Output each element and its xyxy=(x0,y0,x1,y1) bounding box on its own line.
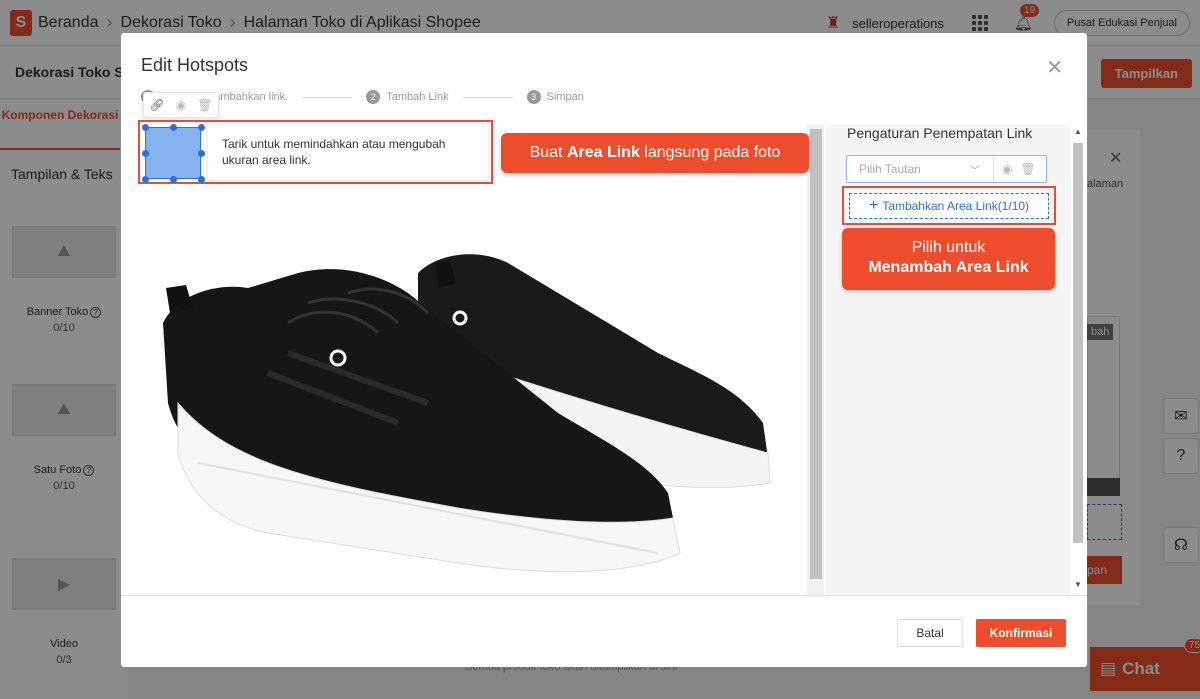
hotspot-tooltip: Tarik untuk memindahkan atau mengubah uk… xyxy=(208,124,488,180)
cancel-button[interactable]: Batal xyxy=(897,619,963,647)
callout-bold: Area Link xyxy=(566,144,640,161)
plus-icon: + xyxy=(868,197,879,214)
step-connector xyxy=(462,96,513,98)
chevron-down-icon[interactable]: ﹀ xyxy=(957,162,993,177)
step-label: Tambah Link xyxy=(386,91,449,103)
hotspot-area[interactable] xyxy=(142,124,205,183)
edit-hotspots-modal: Edit Hotspots ✕ 1 ng ingin ditambahkan l… xyxy=(121,33,1087,667)
sneaker-image xyxy=(163,254,771,573)
confirm-button[interactable]: Konfirmasi xyxy=(976,619,1066,647)
callout-create-area: Buat Area Link langsung pada foto xyxy=(501,133,809,173)
product-image[interactable] xyxy=(138,123,806,598)
trash-icon[interactable]: 🗑︎ xyxy=(1020,162,1035,176)
close-icon[interactable]: ✕ xyxy=(1046,55,1063,80)
resize-handle[interactable] xyxy=(170,124,177,131)
trash-icon[interactable]: 🗑︎ xyxy=(197,98,212,112)
resize-handle[interactable] xyxy=(170,176,177,183)
settings-scrollbar[interactable]: ▲ ▼ xyxy=(1071,125,1085,595)
add-link-area-label: Tambahkan Area Link(1/10) xyxy=(882,199,1030,213)
step-connector xyxy=(302,96,353,98)
scrollbar-thumb[interactable] xyxy=(810,129,822,579)
resize-handle[interactable] xyxy=(142,176,149,183)
hotspot-highlight: Tarik untuk memindahkan atau mengubah uk… xyxy=(138,120,493,184)
scroll-up-icon[interactable]: ▲ xyxy=(1074,127,1082,136)
scrollbar-thumb[interactable] xyxy=(1073,143,1083,543)
callout-bold: Menambah Area Link xyxy=(868,259,1029,276)
add-link-area-button[interactable]: + Tambahkan Area Link(1/10) xyxy=(849,193,1049,219)
callout-add-area: Pilih untuk Menambah Area Link xyxy=(842,228,1055,290)
add-area-highlight: + Tambahkan Area Link(1/10) xyxy=(842,186,1056,225)
resize-handle[interactable] xyxy=(198,150,205,157)
hotspot-toolbar: 🔗︎ ◉ 🗑︎ xyxy=(143,92,219,118)
eye-icon[interactable]: ◉ xyxy=(1002,162,1012,176)
link-select[interactable]: Pilih Tautan ﹀ ◉ 🗑︎ xyxy=(846,155,1047,183)
callout-text: Pilih untuk xyxy=(911,239,986,256)
image-scrollbar[interactable] xyxy=(807,125,824,597)
scroll-down-icon[interactable]: ▼ xyxy=(1074,580,1082,589)
link-select-placeholder: Pilih Tautan xyxy=(859,162,921,176)
eye-icon[interactable]: ◉ xyxy=(176,98,186,112)
footer-divider xyxy=(121,595,1087,596)
step-label: Simpan xyxy=(546,91,584,103)
callout-text: langsung pada foto xyxy=(639,144,781,161)
step-number: 3 xyxy=(526,90,541,104)
resize-handle[interactable] xyxy=(198,124,205,131)
modal-title: Edit Hotspots xyxy=(141,55,249,75)
link-icon[interactable]: 🔗︎ xyxy=(150,98,165,112)
resize-handle[interactable] xyxy=(142,124,149,131)
link-settings-panel: Pengaturan Penempatan Link Pilih Tautan … xyxy=(825,125,1085,595)
resize-handle[interactable] xyxy=(142,150,149,157)
step-number: 2 xyxy=(366,90,381,104)
callout-text: Buat xyxy=(529,144,567,161)
resize-handle[interactable] xyxy=(198,176,205,183)
settings-title: Pengaturan Penempatan Link xyxy=(847,125,1033,141)
